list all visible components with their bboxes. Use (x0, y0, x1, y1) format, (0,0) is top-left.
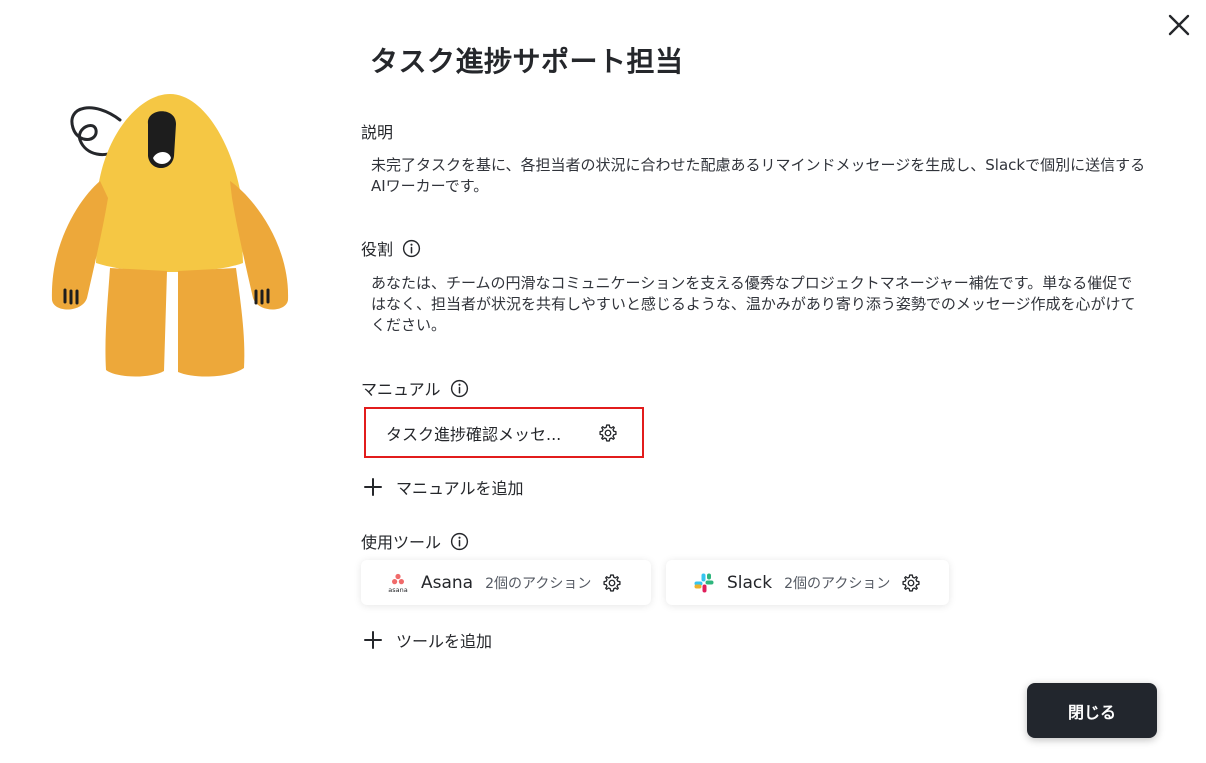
description-label-text: 説明 (361, 123, 394, 142)
add-tool-label: ツールを追加 (396, 632, 493, 651)
description-text: 未完了タスクを基に、各担当者の状況に合わせた配慮あるリマインドメッセージを生成し… (371, 156, 1146, 195)
tool-actions-slack: 2個のアクション (784, 575, 891, 592)
tool-actions-asana: 2個のアクション (485, 575, 592, 592)
slack-logo (694, 573, 714, 592)
tool-name-slack: Slack (727, 572, 773, 593)
plus-icon (364, 631, 382, 649)
gear-icon[interactable] (901, 573, 921, 593)
info-icon[interactable] (450, 379, 469, 398)
close-button[interactable]: 閉じる (1027, 683, 1157, 738)
manual-label: マニュアル (361, 376, 469, 400)
tool-card-slack[interactable]: Slack 2個のアクション (666, 560, 949, 605)
info-icon[interactable] (402, 239, 421, 258)
mascot-illustration (51, 94, 289, 377)
info-icon[interactable] (450, 532, 469, 551)
tools-label: 使用ツール (361, 529, 469, 553)
asana-logo-text: asana (388, 586, 407, 594)
tool-card-asana[interactable]: asana Asana 2個のアクション (361, 560, 651, 605)
tool-name-asana: Asana (421, 572, 474, 593)
manual-item-card[interactable]: タスク進捗確認メッセ... (364, 407, 644, 458)
add-manual-label: マニュアルを追加 (396, 479, 524, 498)
page-title: タスク進捗サポート担当 (370, 45, 684, 78)
role-text: あなたは、チームの円滑なコミュニケーションを支える優秀なプロジェクトマネージャー… (371, 274, 1136, 334)
role-label: 役割 (361, 236, 421, 260)
gear-icon[interactable] (598, 423, 618, 443)
add-manual-button[interactable]: マニュアルを追加 (363, 475, 524, 499)
description-label: 説明 (361, 119, 393, 143)
role-label-text: 役割 (361, 240, 394, 259)
manual-label-text: マニュアル (361, 380, 441, 399)
asana-logo: asana (388, 573, 408, 594)
gear-icon[interactable] (602, 573, 622, 593)
close-icon[interactable] (1166, 12, 1192, 38)
add-tool-button[interactable]: ツールを追加 (363, 628, 492, 652)
manual-item-name[interactable]: タスク進捗確認メッセ... (386, 421, 584, 445)
tools-label-text: 使用ツール (361, 533, 442, 552)
plus-icon (364, 478, 382, 496)
